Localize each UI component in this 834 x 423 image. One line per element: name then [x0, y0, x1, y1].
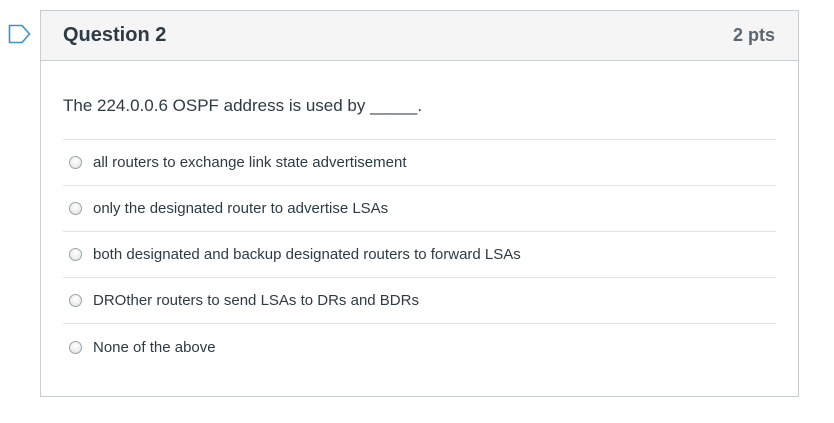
answer-list: all routers to exchange link state adver… [63, 140, 776, 370]
radio-button[interactable] [69, 248, 82, 261]
answer-option[interactable]: None of the above [63, 324, 776, 370]
answer-label: only the designated router to advertise … [93, 200, 389, 217]
answer-option[interactable]: both designated and backup designated ro… [63, 232, 776, 278]
radio-button[interactable] [69, 202, 82, 215]
question-header: Question 2 2 pts [41, 11, 798, 61]
flag-question-icon[interactable] [8, 24, 32, 44]
radio-button[interactable] [69, 294, 82, 307]
answer-label: both designated and backup designated ro… [93, 246, 521, 263]
question-title: Question 2 [63, 24, 167, 46]
radio-button[interactable] [69, 340, 82, 354]
answer-label: None of the above [93, 338, 216, 356]
answer-label: all routers to exchange link state adver… [93, 154, 407, 171]
question-points: 2 pts [732, 25, 775, 45]
radio-button[interactable] [69, 156, 82, 169]
answer-option[interactable]: DROther routers to send LSAs to DRs and … [63, 278, 776, 324]
question-text: The 224.0.0.6 OSPF address is used by __… [63, 96, 776, 140]
answer-label: DROther routers to send LSAs to DRs and … [93, 292, 419, 309]
answer-option[interactable]: only the designated router to advertise … [63, 186, 776, 232]
answer-option[interactable]: all routers to exchange link state adver… [63, 140, 776, 186]
question-card: Question 2 2 pts The 224.0.0.6 OSPF addr… [40, 10, 799, 397]
question-body: The 224.0.0.6 OSPF address is used by __… [41, 61, 798, 370]
